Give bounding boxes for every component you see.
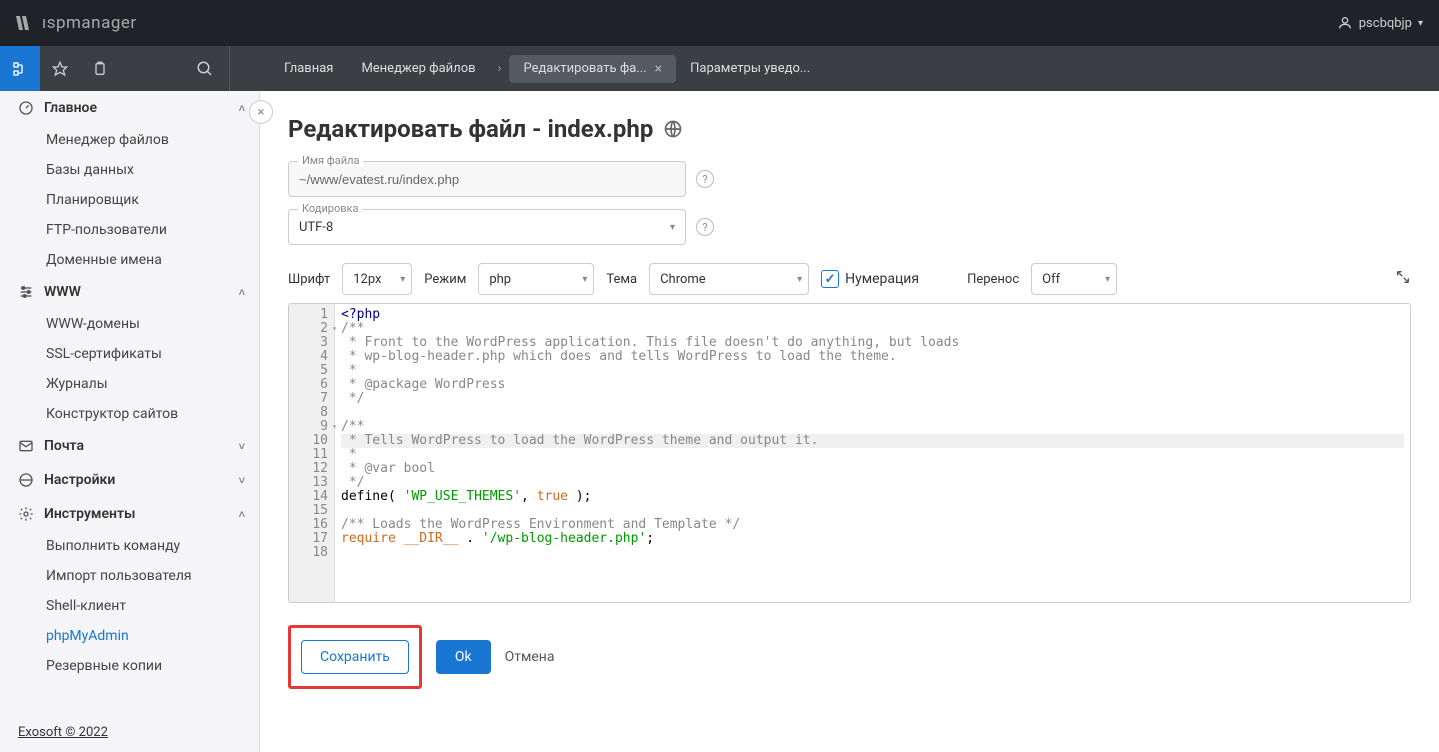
content: Редактировать файл - index.php Имя файла… — [260, 91, 1439, 752]
nav-item[interactable]: Резервные копии — [0, 651, 259, 681]
mode-label: Режим — [424, 272, 466, 287]
nav-item[interactable]: SSL-сертификаты — [0, 339, 259, 369]
tree-view-icon[interactable] — [0, 46, 40, 91]
user-menu[interactable]: pscbqbjp ▾ — [1337, 15, 1423, 31]
chevron-right-icon: › — [498, 61, 502, 76]
nav-item[interactable]: WWW-домены — [0, 309, 259, 339]
nav-item[interactable]: Выполнить команду — [0, 531, 259, 561]
nav-item[interactable]: Журналы — [0, 369, 259, 399]
nav-item[interactable]: Конструктор сайтов — [0, 399, 259, 429]
toolbar: Главная Менеджер файлов › Редактировать … — [0, 46, 1439, 91]
clipboard-icon[interactable] — [80, 46, 120, 91]
line-gutter: 123456789101112131415161718 — [289, 304, 335, 602]
chevron-down-icon: ▾ — [400, 274, 405, 285]
cancel-button[interactable]: Отмена — [505, 649, 555, 665]
username: pscbqbjp — [1359, 16, 1412, 31]
page-title: Редактировать файл - index.php — [288, 115, 1411, 143]
wrap-label: Перенос — [967, 272, 1019, 287]
breadcrumbs: Главная Менеджер файлов › Редактировать … — [230, 55, 824, 83]
logo-text: ıspmanager — [42, 13, 137, 33]
chevron-down-icon: ▾ — [582, 274, 587, 285]
filename-label: Имя файла — [298, 154, 363, 167]
chevron-down-icon: ▾ — [1418, 18, 1423, 29]
chevron-down-icon: ▾ — [797, 274, 802, 285]
code-editor[interactable]: 123456789101112131415161718 <?php/** * F… — [288, 303, 1411, 603]
sidebar: Главное˄Менеджер файловБазы данныхПланир… — [0, 91, 260, 752]
expand-icon[interactable] — [1395, 269, 1411, 289]
crumb-home[interactable]: Главная — [270, 55, 347, 82]
globe-icon — [663, 119, 683, 139]
encoding-label: Кодировка — [298, 202, 362, 215]
crumb-edit-file[interactable]: Редактировать фа... × — [509, 55, 676, 83]
nav-section-header[interactable]: Почта˅ — [0, 429, 259, 463]
theme-select[interactable]: Chrome▾ — [649, 263, 809, 295]
logo: ıspmanager — [16, 13, 137, 33]
help-icon[interactable]: ? — [696, 218, 714, 236]
ok-button[interactable]: Ok — [436, 640, 491, 674]
nav-section-header[interactable]: Настройки˅ — [0, 463, 259, 497]
nav-section-header[interactable]: Главное˄ — [0, 91, 259, 125]
mode-select[interactable]: php▾ — [478, 263, 594, 295]
numbering-checkbox[interactable]: Нумерация — [821, 270, 919, 288]
help-icon[interactable]: ? — [696, 170, 714, 188]
topbar: ıspmanager pscbqbjp ▾ — [0, 0, 1439, 46]
footer-copyright[interactable]: Exosoft © 2022 — [0, 713, 259, 752]
nav-section-header[interactable]: WWW˄ — [0, 275, 259, 309]
search-button[interactable] — [180, 46, 230, 91]
save-button[interactable]: Сохранить — [301, 640, 409, 674]
chevron-down-icon: ▾ — [670, 222, 675, 233]
font-label: Шрифт — [288, 272, 330, 287]
code-body[interactable]: <?php/** * Front to the WordPress applic… — [335, 304, 1410, 602]
highlight-annotation: Сохранить — [288, 625, 422, 689]
chevron-down-icon: ▾ — [1105, 274, 1110, 285]
wrap-select[interactable]: Off▾ — [1031, 263, 1117, 295]
nav-section-header[interactable]: Инструменты˄ — [0, 497, 259, 531]
close-tab-icon[interactable]: × — [655, 61, 662, 77]
nav-item[interactable]: phpMyAdmin — [0, 621, 259, 651]
star-icon[interactable] — [40, 46, 80, 91]
nav-item[interactable]: Доменные имена — [0, 245, 259, 275]
nav-item[interactable]: FTP-пользователи — [0, 215, 259, 245]
nav-item[interactable]: Базы данных — [0, 155, 259, 185]
checkbox-icon — [821, 270, 839, 288]
collapse-sidebar-button[interactable]: × — [249, 100, 273, 124]
crumb-filemgr[interactable]: Менеджер файлов — [347, 55, 489, 82]
nav-item[interactable]: Планировщик — [0, 185, 259, 215]
nav-item[interactable]: Shell-клиент — [0, 591, 259, 621]
crumb-notif-params[interactable]: Параметры уведо... — [676, 55, 824, 82]
nav-item[interactable]: Менеджер файлов — [0, 125, 259, 155]
nav-item[interactable]: Импорт пользователя — [0, 561, 259, 591]
font-select[interactable]: 12px▾ — [342, 263, 412, 295]
theme-label: Тема — [606, 272, 637, 287]
